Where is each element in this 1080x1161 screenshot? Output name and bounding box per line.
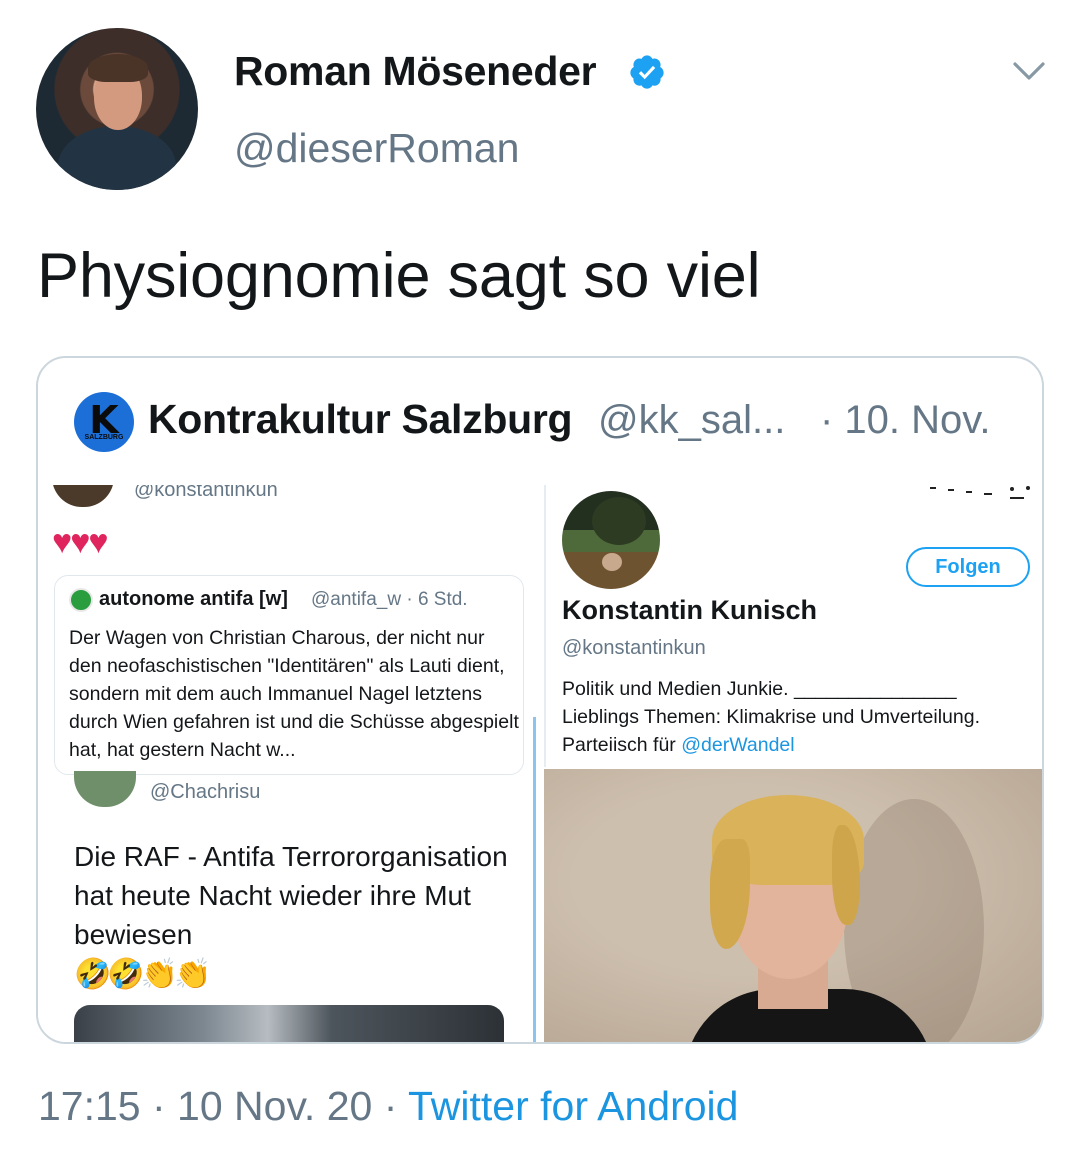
avatar-logo-subtext: SALZBURG	[84, 434, 124, 441]
avatar	[74, 771, 136, 807]
screenshot-profile-panel: Folgen Konstantin Kunisch @konstantinkun…	[544, 485, 1042, 767]
reply-text: Die RAF - Antifa Terrororganisation hat …	[74, 841, 508, 950]
quoted-tweet-date: · 10. Nov.	[820, 398, 991, 442]
author-handle[interactable]: @dieserRoman	[234, 125, 519, 172]
profile-name: Konstantin Kunisch	[562, 595, 817, 625]
tweet-time: 17:15	[38, 1083, 141, 1129]
tweet-metadata: 17:15 · 10 Nov. 20 · Twitter for Android	[38, 1083, 738, 1130]
bio-prefix: Parteiisch für	[562, 734, 682, 756]
reply-image	[74, 1005, 504, 1042]
bio-line: Parteiisch für @derWandel	[562, 731, 1042, 759]
author-name[interactable]: Roman Möseneder	[234, 48, 597, 95]
quoted-author-avatar[interactable]: K SALZBURG	[74, 392, 134, 452]
reply-handle: @Chachrisu	[150, 781, 261, 803]
antifa-logo-icon	[69, 588, 93, 612]
tweet-date: 10 Nov. 20	[177, 1083, 373, 1129]
bio-line: Politik und Medien Junkie. _____________…	[562, 678, 957, 700]
quoted-media-collage[interactable]: @konstantinkun ♥♥♥ autonome antifa [w] @…	[38, 485, 1042, 1042]
quoted-author-handle[interactable]: @kk_sal...	[598, 398, 785, 443]
quoted-tweet-card[interactable]: K SALZBURG Kontrakultur Salzburg @kk_sal…	[36, 356, 1044, 1044]
profile-handle: @konstantinkun	[562, 637, 706, 659]
tweet-text: Physiognomie sagt so viel	[37, 241, 761, 311]
profile-avatar	[562, 491, 660, 589]
thread-line	[533, 717, 536, 1042]
profile-bio: Politik und Medien Junkie. _____________…	[562, 675, 1042, 759]
reply-tweet: @Chachrisu Die RAF - Antifa Terrororgani…	[38, 771, 538, 1042]
verified-badge-icon	[630, 55, 664, 89]
inner-quote-text: Der Wagen von Christian Charous, der nic…	[69, 627, 519, 761]
avatar	[52, 485, 114, 507]
meta-separator: ·	[140, 1083, 178, 1129]
quoted-author-name[interactable]: Kontrakultur Salzburg	[148, 396, 573, 443]
decorative-dots	[930, 486, 1030, 499]
reply-emoji: 🤣🤣👏👏	[74, 958, 211, 991]
meta-separator: ·	[372, 1083, 409, 1129]
portrait-photo	[544, 769, 1042, 1042]
panel-handle: @konstantinkun	[134, 485, 278, 501]
hearts-emoji: ♥♥♥	[52, 523, 109, 561]
inner-quoted-tweet: autonome antifa [w] @antifa_w · 6 Std. D…	[54, 575, 524, 775]
bio-line: Lieblings Themen: Klimakrise und Umverte…	[562, 706, 981, 728]
tweet-author-avatar[interactable]	[36, 28, 198, 190]
inner-quote-name: autonome antifa [w]	[99, 588, 288, 610]
screenshot-left-panel: @konstantinkun ♥♥♥ autonome antifa [w] @…	[38, 485, 538, 1042]
inner-quote-meta: @antifa_w · 6 Std.	[311, 589, 468, 610]
bio-mention-link: @derWandel	[681, 734, 795, 756]
follow-button: Folgen	[906, 547, 1030, 587]
tweet-source-link[interactable]: Twitter for Android	[408, 1083, 738, 1129]
chevron-down-icon[interactable]	[1012, 58, 1046, 84]
